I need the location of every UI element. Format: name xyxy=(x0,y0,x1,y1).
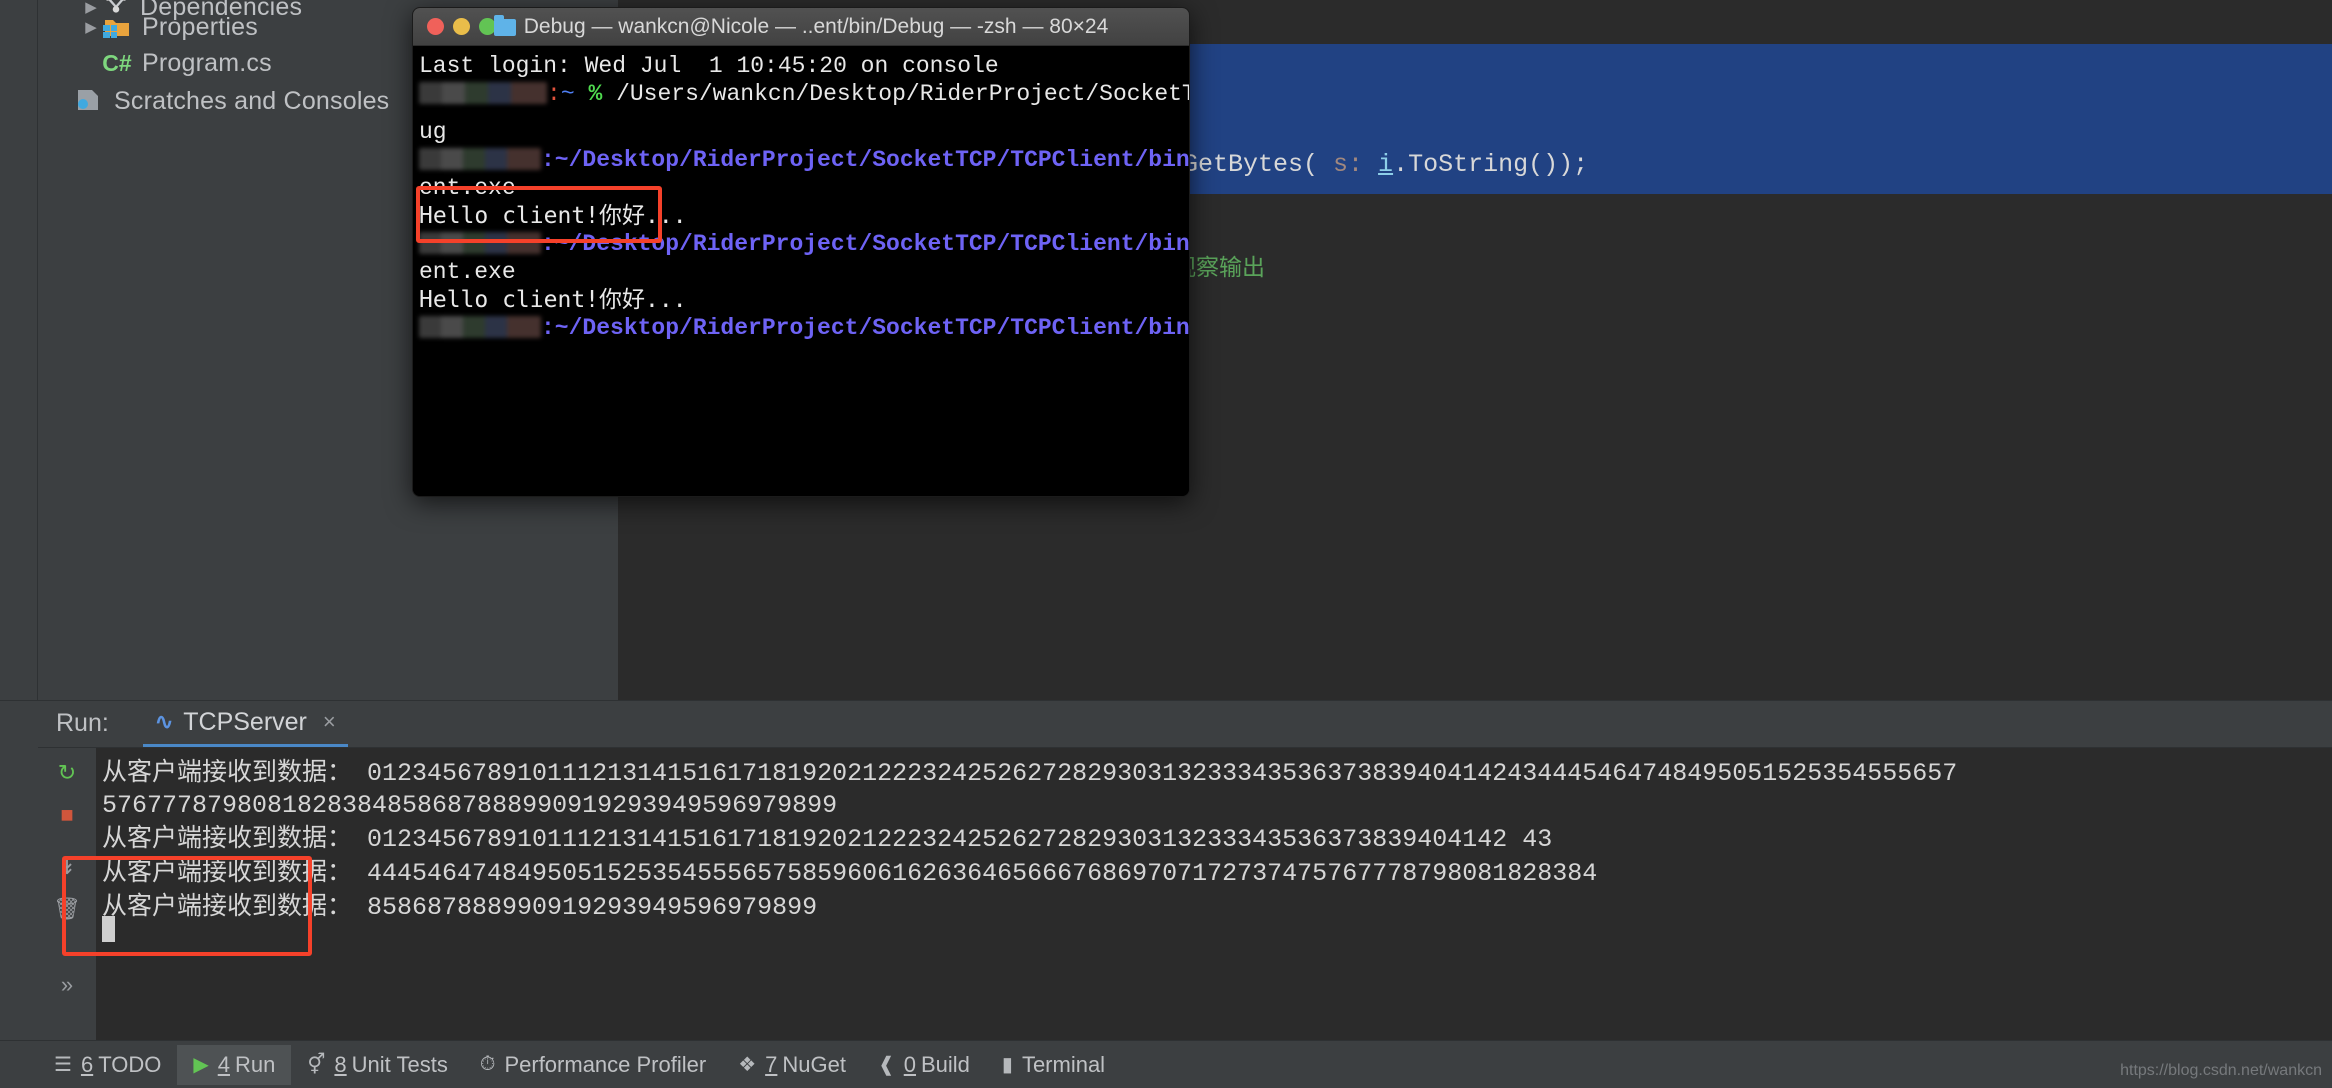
status-item-build[interactable]: ❰ 0 Build xyxy=(862,1045,986,1085)
terminal-line-prompt-final: :~/Desktop/RiderProject/SocketTCP/TCPCli… xyxy=(419,314,1189,342)
bottom-status-bar: ☰ 6 TODO ▶ 4 Run ⚥ 8 Unit Tests ⏱ Performan… xyxy=(0,1040,2332,1088)
status-item-number: 4 xyxy=(217,1051,230,1077)
terminal-line-prompt: :~/Desktop/RiderProject/SocketTCP/TCPCli… xyxy=(419,230,1189,258)
console-line-label: 从客户端接收到数据： xyxy=(102,823,353,852)
prompt-tilde: ~ xyxy=(560,81,575,107)
rerun-button[interactable]: ↻ xyxy=(52,758,82,788)
scroll-to-end-button[interactable]: ↡ xyxy=(52,852,82,882)
terminal-line: ent.exe xyxy=(419,259,516,285)
tree-item-label: Properties xyxy=(142,12,258,41)
terminal-titlebar[interactable]: Debug — wankcn@Nicole — ..ent/bin/Debug … xyxy=(413,8,1189,46)
status-item-number: 6 xyxy=(80,1051,94,1077)
build-hammer-icon: ❰ xyxy=(877,1054,895,1076)
status-item-number: 7 xyxy=(765,1051,778,1077)
blurred-hostname xyxy=(419,148,541,170)
status-item-label: Run xyxy=(234,1051,276,1077)
terminal-title: Debug — wankcn@Nicole — ..ent/bin/Debug … xyxy=(413,14,1189,39)
prompt-colon: : xyxy=(547,81,561,107)
blurred-hostname xyxy=(419,82,547,104)
status-item-label: Performance Profiler xyxy=(504,1051,707,1077)
stop-button[interactable]: ■ xyxy=(52,800,82,830)
tree-item-program-cs[interactable]: C# Program.cs xyxy=(80,46,272,80)
status-item-todo[interactable]: ☰ 6 TODO xyxy=(38,1045,177,1085)
blurred-hostname xyxy=(419,232,541,254)
terminal-path: :~/Desktop/RiderProject/SocketTCP/TCPCli… xyxy=(541,231,1189,257)
run-config-icon: ∿ xyxy=(154,709,174,734)
csharp-file-icon: C# xyxy=(102,49,132,76)
ide-window: 34 // F GetBytes( s: i.ToString()); 观察输出… xyxy=(0,0,2332,1088)
watermark: https://blog.csdn.net/wankcn xyxy=(2120,1062,2322,1079)
run-gutter-toolbar: ↻ ■ ↡ 🗑 » xyxy=(38,748,96,1040)
close-icon[interactable]: × xyxy=(323,709,336,735)
terminal-path: :~/Desktop/RiderProject/SocketTCP/TCPCli… xyxy=(541,315,1189,341)
folder-icon xyxy=(493,14,516,36)
status-item-label: TODO xyxy=(98,1051,162,1077)
status-item-terminal[interactable]: ▮ Terminal xyxy=(986,1045,1121,1085)
trash-button[interactable]: 🗑 xyxy=(52,894,82,924)
nuget-icon: ❖ xyxy=(738,1054,757,1076)
macos-terminal-window[interactable]: Debug — wankcn@Nicole — ..ent/bin/Debug … xyxy=(412,7,1190,497)
chevron-right-icon[interactable]: ▶ xyxy=(80,20,102,35)
console-line-label: 从客户端接收到数据： xyxy=(102,757,353,786)
tab-tcpserver[interactable]: ∿ TCPServer × xyxy=(142,701,348,747)
console-line: 5767778798081828384858687888990919293949… xyxy=(96,790,2332,822)
status-item-run[interactable]: ▶ 4 Run xyxy=(177,1044,292,1085)
console-line: 从客户端接收到数据： 01234567891011121314151617181… xyxy=(96,756,2332,790)
tab-label: TCPServer xyxy=(183,707,307,736)
console-line-label: 从客户端接收到数据： xyxy=(102,857,353,886)
status-item-performance-profiler[interactable]: ⏱ Performance Profiler xyxy=(464,1045,722,1085)
profiler-icon: ⏱ xyxy=(479,1053,496,1075)
tree-item-properties[interactable]: ▶ Properties xyxy=(80,10,258,44)
status-item-unit-tests[interactable]: ⚥ 8 Unit Tests xyxy=(291,1045,464,1085)
terminal-line: Hello client!你好... xyxy=(419,203,687,229)
run-panel-label: Run: xyxy=(56,709,109,737)
run-tab-bar: Run: ∿ TCPServer × xyxy=(38,700,2332,748)
tree-item-scratches[interactable]: Scratches and Consoles xyxy=(52,84,389,118)
run-play-icon: ▶ xyxy=(193,1054,209,1076)
status-item-label: NuGet xyxy=(782,1051,846,1077)
terminal-output[interactable]: Last login: Wed Jul 1 10:45:20 on consol… xyxy=(413,46,1189,496)
terminal-line: Hello client!你好... xyxy=(419,287,687,313)
run-console-output[interactable]: 从客户端接收到数据： 01234567891011121314151617181… xyxy=(96,748,2332,1040)
console-line: 从客户端接收到数据： 85868788899091929394959697989… xyxy=(96,890,2332,924)
more-button[interactable]: » xyxy=(52,970,82,1000)
status-item-number: 0 xyxy=(903,1051,916,1077)
console-line-label: 从客户端接收到数据： xyxy=(102,891,353,920)
status-item-label: Unit Tests xyxy=(351,1051,448,1077)
console-line-value: 0123456789101112131415161718192021222324… xyxy=(367,759,1958,788)
tree-item-label: Scratches and Consoles xyxy=(114,86,390,115)
terminal-line: ug xyxy=(419,119,447,145)
properties-folder-icon xyxy=(102,14,132,40)
blurred-hostname xyxy=(419,316,541,338)
console-line-value: 5767778798081828384858687888990919293949… xyxy=(102,791,838,820)
terminal-command: /Users/wankcn/Desktop/RiderProject/Socke… xyxy=(616,81,1189,107)
terminal-title-text: Debug — wankcn@Nicole — ..ent/bin/Debug … xyxy=(523,14,1109,38)
prompt-percent: % xyxy=(588,81,603,107)
unit-tests-icon: ⚥ xyxy=(307,1054,326,1076)
terminal-line: ent.exe xyxy=(419,175,516,201)
console-line-value: 4445464748495051525354555657585960616263… xyxy=(367,859,1598,888)
terminal-line-prompt: :~/Desktop/RiderProject/SocketTCP/TCPCli… xyxy=(419,146,1189,174)
console-line-value: 0123456789101112131415161718192021222324… xyxy=(367,825,1553,854)
status-item-label: Terminal xyxy=(1021,1051,1106,1077)
todo-list-icon: ☰ xyxy=(54,1054,72,1076)
tree-item-label: Program.cs xyxy=(142,48,272,77)
terminal-path: :~/Desktop/RiderProject/SocketTCP/TCPCli… xyxy=(541,147,1189,173)
console-line-value: 858687888990919293949596979899 xyxy=(367,893,818,922)
terminal-line-prompt: :~ % /Users/wankcn/Desktop/RiderProject/… xyxy=(419,80,1189,108)
console-line: 从客户端接收到数据： 01234567891011121314151617181… xyxy=(96,822,2332,856)
terminal-line: Last login: Wed Jul 1 10:45:20 on consol… xyxy=(419,53,999,79)
status-item-number: 8 xyxy=(334,1051,347,1077)
terminal-icon: ▮ xyxy=(1001,1054,1013,1076)
status-item-nuget[interactable]: ❖ 7 NuGet xyxy=(722,1045,862,1085)
console-line: 从客户端接收到数据： 44454647484950515253545556575… xyxy=(96,856,2332,890)
code-selected-text: GetBytes( s: i.ToString()); xyxy=(1183,150,1589,179)
scratches-icon xyxy=(74,87,104,115)
console-cursor xyxy=(102,916,115,942)
status-item-label: Build xyxy=(921,1051,970,1077)
